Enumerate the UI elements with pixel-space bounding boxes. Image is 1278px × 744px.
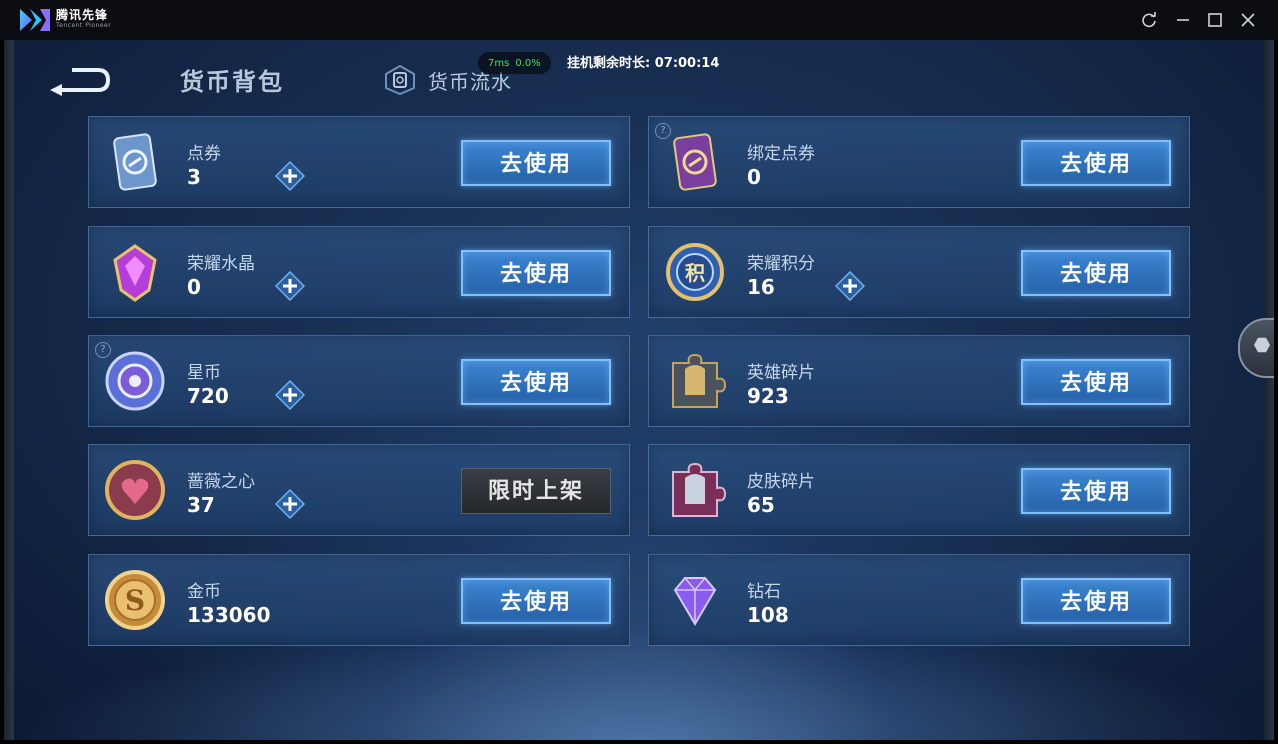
skin-fragment-icon <box>663 458 727 522</box>
svg-text:S: S <box>125 584 145 617</box>
currency-flow-icon <box>385 64 415 96</box>
currency-card: ? 绑定点券 0 去使用 <box>648 116 1190 208</box>
latency-badge: 7ms 0.0% <box>478 52 551 74</box>
rose-heart-icon <box>103 458 167 522</box>
currency-amount: 3 <box>187 165 201 189</box>
side-drawer-handle[interactable] <box>1238 318 1274 378</box>
app-brand-en: Tencent Pioneer <box>56 22 112 29</box>
currency-amount: 133060 <box>187 603 271 627</box>
add-currency-button[interactable] <box>274 160 306 192</box>
currency-name: 荣耀积分 <box>747 254 815 274</box>
use-button[interactable]: 去使用 <box>461 250 611 296</box>
currency-amount: 108 <box>747 603 789 627</box>
glory-crystal-icon <box>103 240 167 304</box>
page-title: 货币背包 <box>180 68 284 96</box>
use-button[interactable]: 去使用 <box>461 140 611 186</box>
add-currency-button[interactable] <box>274 270 306 302</box>
packet-loss: 0.0% <box>515 57 541 69</box>
currency-amount: 37 <box>187 493 215 517</box>
back-arrow-icon[interactable] <box>46 62 112 98</box>
svg-text:积: 积 <box>685 261 705 285</box>
currency-card: 点券 3 去使用 <box>88 116 630 208</box>
bound-coupon-card-icon <box>663 130 727 194</box>
add-currency-button[interactable] <box>274 488 306 520</box>
use-button[interactable]: 去使用 <box>461 578 611 624</box>
gold-coin-icon: S <box>103 568 167 632</box>
currency-amount: 65 <box>747 493 775 517</box>
currency-name: 金币 <box>187 582 221 602</box>
currency-card: 皮肤碎片 65 去使用 <box>648 444 1190 536</box>
window-titlebar: 腾讯先锋 Tencent Pioneer <box>0 0 1278 40</box>
currency-name: 绑定点券 <box>747 144 815 164</box>
currency-name: 蔷薇之心 <box>187 472 255 492</box>
refresh-icon[interactable] <box>1140 11 1158 29</box>
currency-card: 蔷薇之心 37 限时上架 <box>88 444 630 536</box>
maximize-icon[interactable] <box>1206 11 1224 29</box>
currency-amount: 0 <box>747 165 761 189</box>
hero-fragment-icon <box>663 349 727 413</box>
currency-name: 钻石 <box>747 582 781 602</box>
limited-time-button[interactable]: 限时上架 <box>461 468 611 514</box>
use-button[interactable]: 去使用 <box>1021 578 1171 624</box>
currency-card: 英雄碎片 923 去使用 <box>648 335 1190 427</box>
idle-time-remaining: 挂机剩余时长: 07:00:14 <box>567 56 720 71</box>
tencent-pioneer-logo-icon <box>20 9 50 31</box>
currency-name: 点券 <box>187 144 221 164</box>
use-button[interactable]: 去使用 <box>1021 359 1171 405</box>
currency-card: 积 荣耀积分 16 去使用 <box>648 226 1190 318</box>
coupon-card-icon <box>103 130 167 194</box>
star-coin-icon <box>103 349 167 413</box>
currency-amount: 0 <box>187 275 201 299</box>
currency-amount: 720 <box>187 384 229 408</box>
add-currency-button[interactable] <box>274 379 306 411</box>
bottom-glow <box>4 630 1274 740</box>
latency-ms: 7ms <box>488 57 510 69</box>
currency-name: 荣耀水晶 <box>187 254 255 274</box>
currency-name: 皮肤碎片 <box>747 472 815 492</box>
currency-amount: 16 <box>747 275 775 299</box>
add-currency-button[interactable] <box>834 270 866 302</box>
use-button[interactable]: 去使用 <box>1021 140 1171 186</box>
currency-name: 英雄碎片 <box>747 363 815 383</box>
close-icon[interactable] <box>1239 11 1257 29</box>
use-button[interactable]: 去使用 <box>1021 468 1171 514</box>
diamond-icon <box>663 568 727 632</box>
minimize-icon[interactable] <box>1174 11 1192 29</box>
currency-card: ? 星币 720 去使用 <box>88 335 630 427</box>
app-brand-cn: 腾讯先锋 <box>56 8 109 22</box>
currency-card: S 金币 133060 去使用 <box>88 554 630 646</box>
hexagon-icon <box>1254 337 1270 353</box>
currency-amount: 923 <box>747 384 789 408</box>
currency-name: 星币 <box>187 363 221 383</box>
currency-card: 荣耀水晶 0 去使用 <box>88 226 630 318</box>
use-button[interactable]: 去使用 <box>461 359 611 405</box>
glory-points-icon: 积 <box>663 240 727 304</box>
currency-card: 钻石 108 去使用 <box>648 554 1190 646</box>
game-viewport: 货币背包 货币流水 7ms 0.0% 挂机剩余时长: 07:00:14 点券 3 去… <box>4 40 1274 740</box>
app-brand: 腾讯先锋 Tencent Pioneer <box>56 9 111 29</box>
use-button[interactable]: 去使用 <box>1021 250 1171 296</box>
